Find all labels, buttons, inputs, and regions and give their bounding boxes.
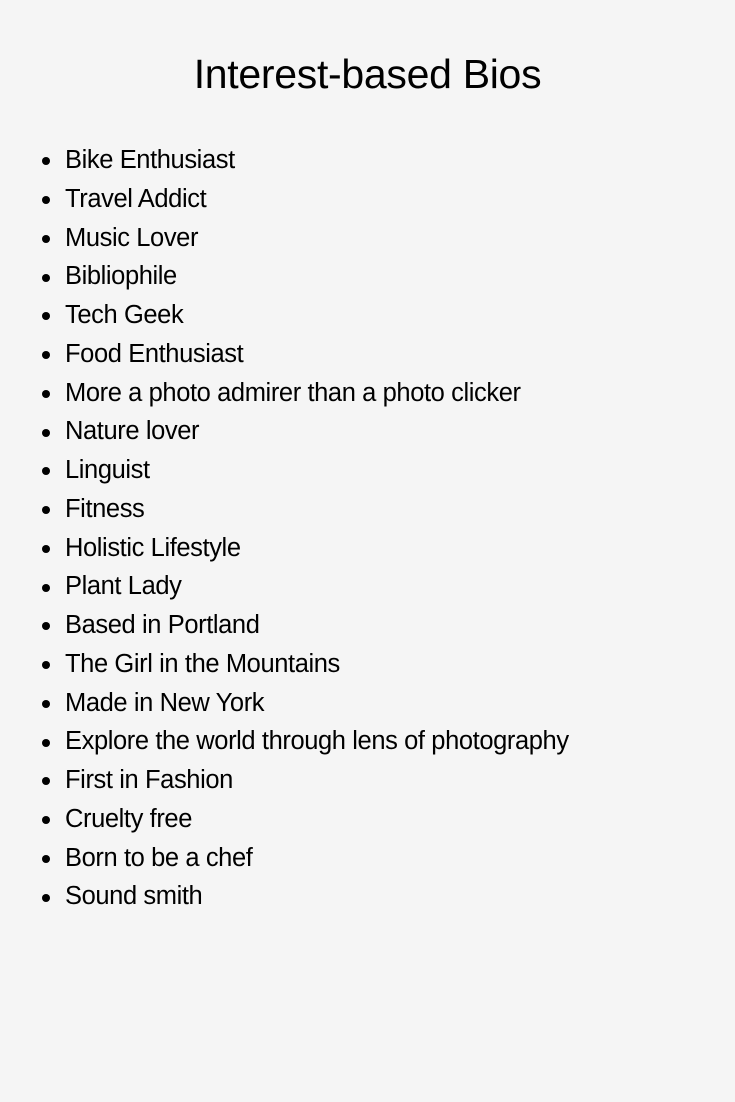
list-item-text: First in Fashion	[65, 766, 233, 794]
bullet-icon	[42, 467, 50, 476]
list-item-text: Tech Geek	[65, 301, 184, 329]
bullet-icon	[42, 428, 50, 437]
list-item: Based in Portland	[0, 606, 569, 645]
bullet-icon	[42, 661, 50, 670]
bullet-icon	[42, 738, 50, 747]
list-item-text: Travel Addict	[65, 184, 207, 213]
list-item-text: The Girl in the Mountains	[65, 649, 340, 678]
page-title: Interest-based Bios	[193, 51, 542, 97]
bullet-icon	[42, 196, 50, 205]
list-item-text: More a photo admirer than a photo clicke…	[65, 378, 521, 407]
bullet-icon	[42, 234, 50, 243]
list-item: Sound smith	[0, 877, 569, 916]
list-item: Bibliophile	[0, 257, 569, 296]
list-item: Nature lover	[0, 412, 569, 451]
list-item: Linguist	[0, 451, 569, 490]
bullet-icon	[42, 699, 50, 708]
list-item-text: Bike Enthusiast	[65, 146, 235, 174]
list-item-text: Cruelty free	[65, 804, 192, 833]
bullet-icon	[42, 816, 50, 825]
list-item: Food Enthusiast	[0, 335, 569, 374]
list-item-text: Music Lover	[65, 223, 199, 252]
bullet-icon	[42, 312, 50, 321]
bullet-icon	[42, 893, 50, 902]
list-item-text: Made in New York	[65, 688, 265, 717]
list-item-text: Sound smith	[65, 882, 203, 911]
list-item-text: Holistic Lifestyle	[65, 533, 241, 562]
list-item-text: Born to be a chef	[65, 843, 253, 872]
bullet-icon	[42, 583, 50, 592]
bullet-icon	[42, 854, 50, 863]
bio-list: Bike Enthusiast Travel Addict Music Love…	[0, 141, 569, 916]
list-item: More a photo admirer than a photo clicke…	[0, 374, 569, 413]
bullet-icon	[42, 506, 50, 515]
list-item: First in Fashion	[0, 761, 569, 800]
list-item-text: Based in Portland	[65, 611, 260, 639]
list-item-text: Nature lover	[65, 417, 200, 446]
list-item: Travel Addict	[0, 180, 569, 219]
bullet-icon	[42, 273, 50, 282]
list-item-text: Food Enthusiast	[65, 339, 244, 368]
list-item: Cruelty free	[0, 800, 569, 839]
list-item-text: Fitness	[65, 494, 145, 523]
list-item-text: Plant Lady	[65, 572, 182, 601]
bullet-icon	[42, 544, 50, 553]
list-item-text: Explore the world through lens of photog…	[65, 727, 569, 756]
list-item: Born to be a chef	[0, 839, 569, 878]
list-item: Explore the world through lens of photog…	[0, 722, 569, 761]
list-item: Plant Lady	[0, 567, 569, 606]
list-item-text: Bibliophile	[65, 262, 177, 291]
bullet-icon	[42, 351, 50, 360]
list-item: Fitness	[0, 490, 569, 529]
list-item: Tech Geek	[0, 296, 569, 335]
list-item: The Girl in the Mountains	[0, 645, 569, 684]
list-item: Holistic Lifestyle	[0, 529, 569, 568]
list-item-text: Linguist	[65, 456, 150, 484]
bullet-icon	[42, 777, 50, 786]
bullet-icon	[42, 389, 50, 398]
list-item: Bike Enthusiast	[0, 141, 569, 180]
list-item: Music Lover	[0, 219, 569, 258]
bullet-icon	[42, 622, 50, 631]
bullet-icon	[42, 157, 50, 166]
list-item: Made in New York	[0, 684, 569, 723]
